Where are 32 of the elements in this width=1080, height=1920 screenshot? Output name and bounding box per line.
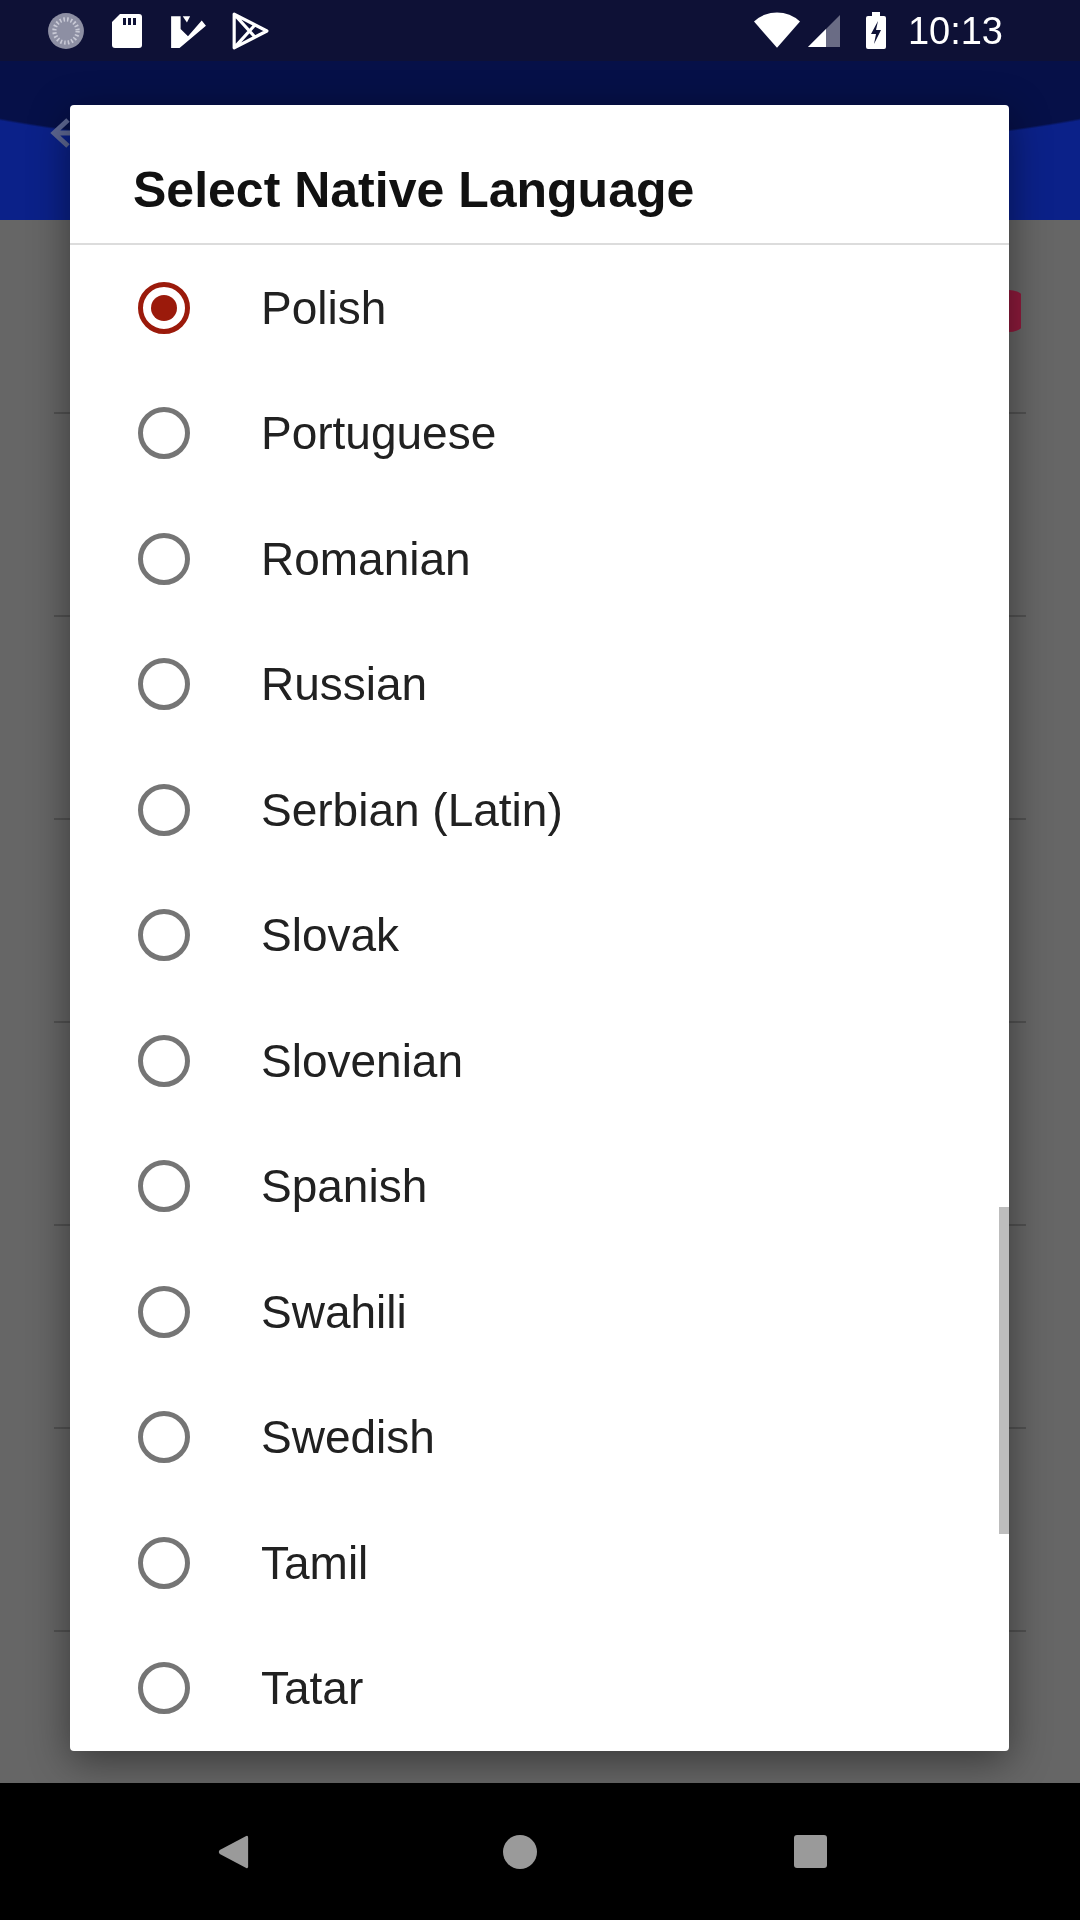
radio-icon[interactable]: [138, 1411, 190, 1464]
language-option[interactable]: Slovenian: [70, 998, 997, 1124]
language-option[interactable]: Polish: [70, 245, 997, 371]
sd-card-icon: [109, 11, 145, 50]
wifi-icon: [753, 11, 800, 50]
language-option[interactable]: Tatar: [70, 1625, 997, 1751]
language-option[interactable]: Portuguese: [70, 370, 997, 496]
language-option[interactable]: Russian: [70, 621, 997, 747]
language-option[interactable]: Romanian: [70, 496, 997, 622]
battery-charging-icon: [863, 10, 888, 51]
status-time: 10:13: [907, 9, 1003, 52]
dialog-title: Select Native Language: [133, 161, 695, 219]
radio-icon[interactable]: [138, 1536, 190, 1589]
language-option[interactable]: Serbian (Latin): [70, 747, 997, 873]
radio-icon[interactable]: [138, 1160, 190, 1213]
radio-icon[interactable]: [138, 783, 190, 836]
language-option[interactable]: Tamil: [70, 1500, 997, 1626]
radio-icon[interactable]: [138, 1285, 190, 1338]
language-option[interactable]: Spanish: [70, 1123, 997, 1249]
play-triangle-icon: [231, 11, 269, 50]
radio-icon[interactable]: [138, 658, 190, 711]
radio-icon[interactable]: [138, 407, 190, 460]
language-option[interactable]: Slovak: [70, 872, 997, 998]
home-icon[interactable]: [502, 1833, 538, 1870]
radio-icon[interactable]: [138, 532, 190, 585]
radio-icon[interactable]: [138, 281, 190, 334]
radio-icon[interactable]: [138, 1662, 190, 1715]
language-option[interactable]: Swahili: [70, 1249, 997, 1375]
spinner-icon: [47, 11, 85, 50]
language-option[interactable]: Swedish: [70, 1374, 997, 1500]
radio-icon[interactable]: [138, 1034, 190, 1087]
radio-icon[interactable]: [138, 909, 190, 962]
